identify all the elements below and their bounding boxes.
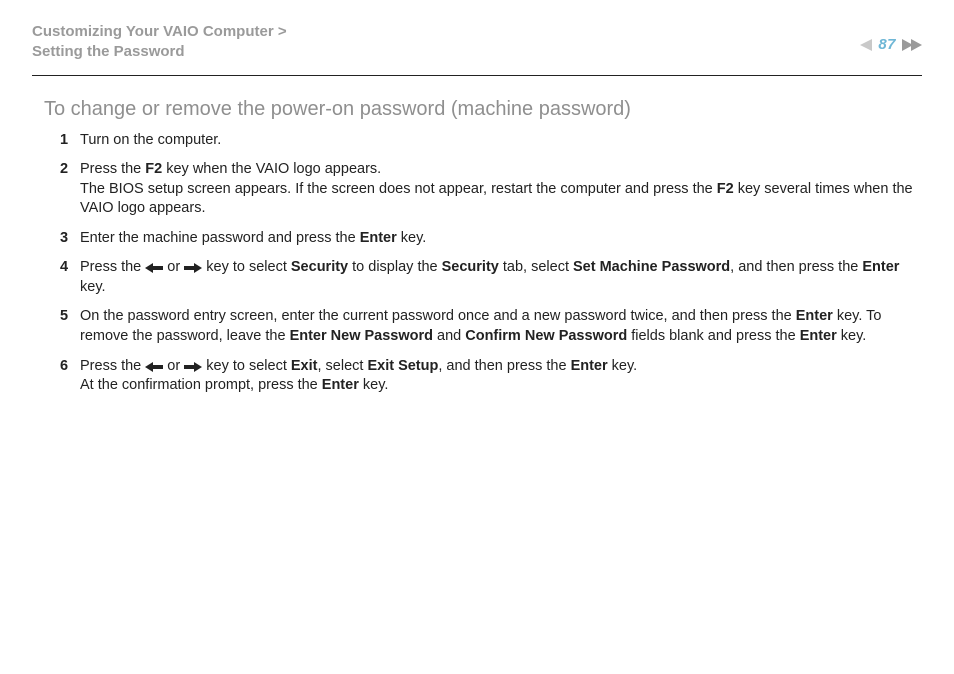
key-exit: Exit bbox=[291, 358, 318, 374]
step-3: Enter the machine password and press the… bbox=[60, 229, 918, 249]
text: Press the bbox=[80, 161, 145, 177]
text: key. bbox=[80, 279, 106, 295]
key-exit-setup: Exit Setup bbox=[367, 358, 438, 374]
page-nav: 87 bbox=[860, 36, 922, 53]
step-6: Press the or key to select Exit, select … bbox=[60, 357, 918, 396]
breadcrumb: Customizing Your VAIO Computer > Setting… bbox=[32, 22, 287, 63]
page-number: 87 bbox=[878, 36, 896, 53]
text: Press the bbox=[80, 259, 145, 275]
key-enter: Enter bbox=[360, 230, 397, 246]
key-enter: Enter bbox=[800, 328, 837, 344]
breadcrumb-line2: Setting the Password bbox=[32, 43, 185, 60]
text: and bbox=[433, 328, 465, 344]
arrow-right-icon bbox=[184, 362, 202, 372]
key-enter: Enter bbox=[862, 259, 899, 275]
key-security: Security bbox=[442, 259, 499, 275]
text: Enter the machine password and press the bbox=[80, 230, 360, 246]
section-title: To change or remove the power-on passwor… bbox=[44, 98, 918, 121]
text: key. bbox=[608, 358, 638, 374]
step-1-text: Turn on the computer. bbox=[80, 132, 221, 148]
arrow-left-icon bbox=[145, 362, 163, 372]
text: At the confirmation prompt, press the bbox=[80, 377, 322, 393]
text: The BIOS setup screen appears. If the sc… bbox=[80, 181, 717, 197]
step-1: Turn on the computer. bbox=[60, 131, 918, 151]
text: fields blank and press the bbox=[627, 328, 800, 344]
key-f2: F2 bbox=[145, 161, 162, 177]
arrow-left-icon bbox=[145, 263, 163, 273]
text: or bbox=[163, 259, 184, 275]
text: On the password entry screen, enter the … bbox=[80, 308, 796, 324]
text: key. bbox=[837, 328, 867, 344]
key-security: Security bbox=[291, 259, 348, 275]
text: , select bbox=[317, 358, 367, 374]
text: , and then press the bbox=[730, 259, 862, 275]
step-2: Press the F2 key when the VAIO logo appe… bbox=[60, 160, 918, 219]
header-rule bbox=[32, 75, 922, 76]
text: key. bbox=[397, 230, 427, 246]
key-enter: Enter bbox=[571, 358, 608, 374]
next-page-icon[interactable] bbox=[902, 39, 922, 51]
text: key. bbox=[359, 377, 389, 393]
text: or bbox=[163, 358, 184, 374]
steps-list: Turn on the computer. Press the F2 key w… bbox=[44, 131, 918, 396]
key-enter-new-password: Enter New Password bbox=[290, 328, 433, 344]
text: Press the bbox=[80, 358, 145, 374]
step-4: Press the or key to select Security to d… bbox=[60, 258, 918, 297]
text: key to select bbox=[202, 259, 291, 275]
key-confirm-new-password: Confirm New Password bbox=[465, 328, 627, 344]
text: key to select bbox=[202, 358, 291, 374]
text: tab, select bbox=[499, 259, 573, 275]
step-5: On the password entry screen, enter the … bbox=[60, 307, 918, 346]
text: , and then press the bbox=[438, 358, 570, 374]
breadcrumb-line1: Customizing Your VAIO Computer > bbox=[32, 23, 287, 40]
arrow-right-icon bbox=[184, 263, 202, 273]
text: key when the VAIO logo appears. bbox=[162, 161, 381, 177]
prev-page-icon[interactable] bbox=[860, 39, 872, 51]
text: to display the bbox=[348, 259, 442, 275]
key-f2: F2 bbox=[717, 181, 734, 197]
key-enter: Enter bbox=[796, 308, 833, 324]
key-set-machine-password: Set Machine Password bbox=[573, 259, 730, 275]
key-enter: Enter bbox=[322, 377, 359, 393]
